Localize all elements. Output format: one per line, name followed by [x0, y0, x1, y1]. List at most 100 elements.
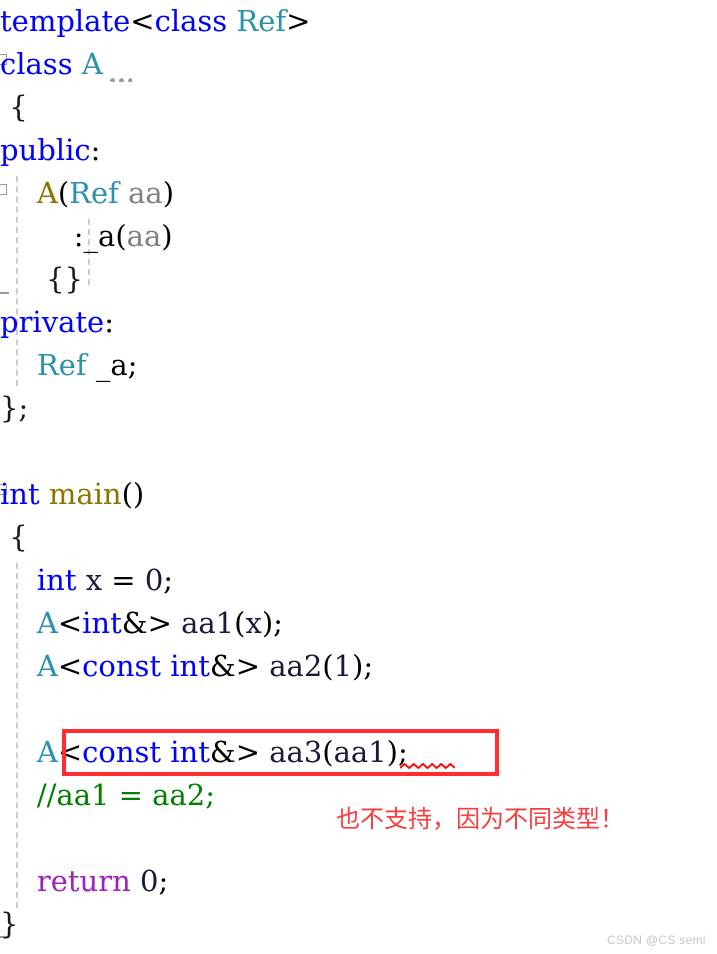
code-token: 0	[140, 864, 159, 898]
code-token: Ref	[69, 176, 119, 210]
code-token: template	[0, 4, 131, 38]
code-token: aa	[126, 219, 162, 253]
code-line[interactable]: A(Ref aa)	[0, 176, 174, 210]
code-token: A	[36, 649, 58, 683]
code-token: public	[0, 133, 91, 167]
code-line[interactable]: }	[0, 907, 18, 941]
error-squiggle-icon	[400, 763, 455, 770]
code-line[interactable]: public:	[0, 133, 100, 167]
code-token: );	[352, 649, 374, 683]
code-token: );	[261, 606, 283, 640]
code-token: 0	[144, 563, 164, 597]
code-token: )	[161, 219, 173, 253]
code-token: &>	[209, 735, 261, 769]
code-token: private	[0, 305, 105, 339]
code-token: <	[57, 649, 83, 683]
code-token: }	[0, 907, 19, 941]
code-token: A	[36, 176, 58, 210]
code-line[interactable]: int x = 0;	[0, 563, 173, 597]
code-token: _a;	[86, 348, 138, 382]
code-token: <	[57, 606, 83, 640]
code-token: class	[0, 47, 73, 81]
code-token: A	[36, 606, 58, 640]
code-token: {	[0, 520, 28, 554]
code-token: x	[85, 563, 103, 597]
code-token: (	[234, 606, 246, 640]
code-token: A	[81, 47, 103, 81]
code-token: &>	[209, 649, 261, 683]
code-line[interactable]: A<int&> aa1(x);	[0, 606, 283, 640]
code-token: main	[48, 477, 122, 511]
code-line[interactable]: return 0;	[0, 864, 168, 898]
code-token: {}	[0, 262, 83, 296]
code-line[interactable]: {	[0, 90, 28, 124]
code-line[interactable]: A<const int&> aa3(aa1);	[0, 735, 408, 769]
code-token: _a	[83, 219, 116, 253]
code-line[interactable]: private:	[0, 305, 114, 339]
code-token: :	[104, 305, 114, 339]
code-token: const	[82, 735, 162, 769]
code-token: const	[82, 649, 162, 683]
code-line[interactable]: A<const int&> aa2(1);	[0, 649, 373, 683]
code-token: aa2	[269, 649, 323, 683]
quick-actions-hint-icon[interactable]	[108, 78, 132, 82]
code-token: aa3	[269, 735, 323, 769]
code-token: };	[0, 391, 29, 425]
code-token: int	[170, 735, 210, 769]
code-token: //aa1 = aa2;	[0, 778, 215, 812]
code-token: &>	[121, 606, 172, 640]
code-token: int	[36, 563, 77, 597]
code-token: int	[82, 606, 122, 640]
code-token: return	[36, 864, 131, 898]
code-token: (	[115, 219, 127, 253]
code-token: >	[286, 4, 311, 38]
code-line[interactable]: class A	[0, 47, 103, 81]
code-token: ;	[158, 864, 169, 898]
code-token: )	[162, 176, 175, 210]
code-line[interactable]: {}	[0, 262, 83, 296]
code-token: 1	[333, 649, 353, 683]
code-token: class	[154, 4, 228, 38]
code-token: :	[73, 219, 84, 253]
code-token: {	[0, 90, 28, 124]
code-token: A	[36, 735, 58, 769]
code-token: ()	[121, 477, 145, 511]
code-token: aa1	[333, 735, 387, 769]
code-line[interactable]: int main()	[0, 477, 144, 511]
code-line[interactable]: {	[0, 520, 28, 554]
code-token: );	[386, 735, 408, 769]
code-token: Ref	[36, 348, 87, 382]
code-line[interactable]: template<class Ref>	[0, 4, 310, 38]
code-line[interactable]: Ref _a;	[0, 348, 138, 382]
code-token: :	[90, 133, 101, 167]
code-line[interactable]: :_a(aa)	[0, 219, 173, 253]
code-token: (	[322, 735, 334, 769]
watermark: CSDN @CS semi	[607, 933, 706, 947]
code-token: int	[0, 477, 40, 511]
code-token: <	[57, 735, 83, 769]
code-token: =	[102, 563, 145, 597]
code-line[interactable]: //aa1 = aa2;	[0, 778, 215, 812]
code-token: Ref	[236, 4, 287, 38]
code-screenshot: template<class Ref> class A {public: A(Re…	[0, 0, 717, 954]
code-token: aa	[128, 176, 163, 210]
code-line[interactable]: };	[0, 391, 28, 425]
code-token: int	[170, 649, 210, 683]
